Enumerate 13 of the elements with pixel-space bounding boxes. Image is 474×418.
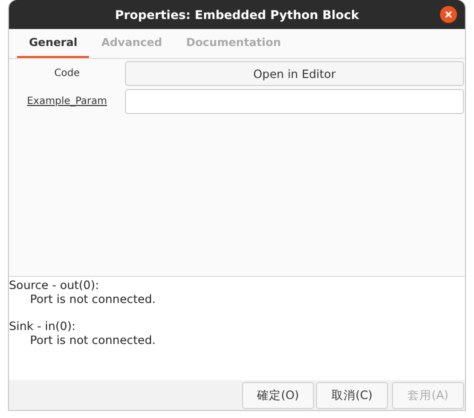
dialog-button[interactable]: 取消(C) [316,382,388,409]
port-status: Port is not connected. [29,333,157,347]
port-header: Source - out(0): [9,278,100,292]
window-title: Properties: Embedded Python Block [115,8,359,22]
open-editor-button[interactable]: Open in Editor [125,61,464,86]
param-label: Code [53,68,81,79]
port-status: Port is not connected. [29,292,157,306]
dialog-button[interactable]: 確定(O) [242,382,314,409]
input-field[interactable] [125,89,464,114]
port-header: Sink - in(0): [9,319,77,333]
tab[interactable]: General [17,29,90,58]
param-label: Example_Param [26,96,108,107]
close-icon[interactable] [440,6,457,23]
